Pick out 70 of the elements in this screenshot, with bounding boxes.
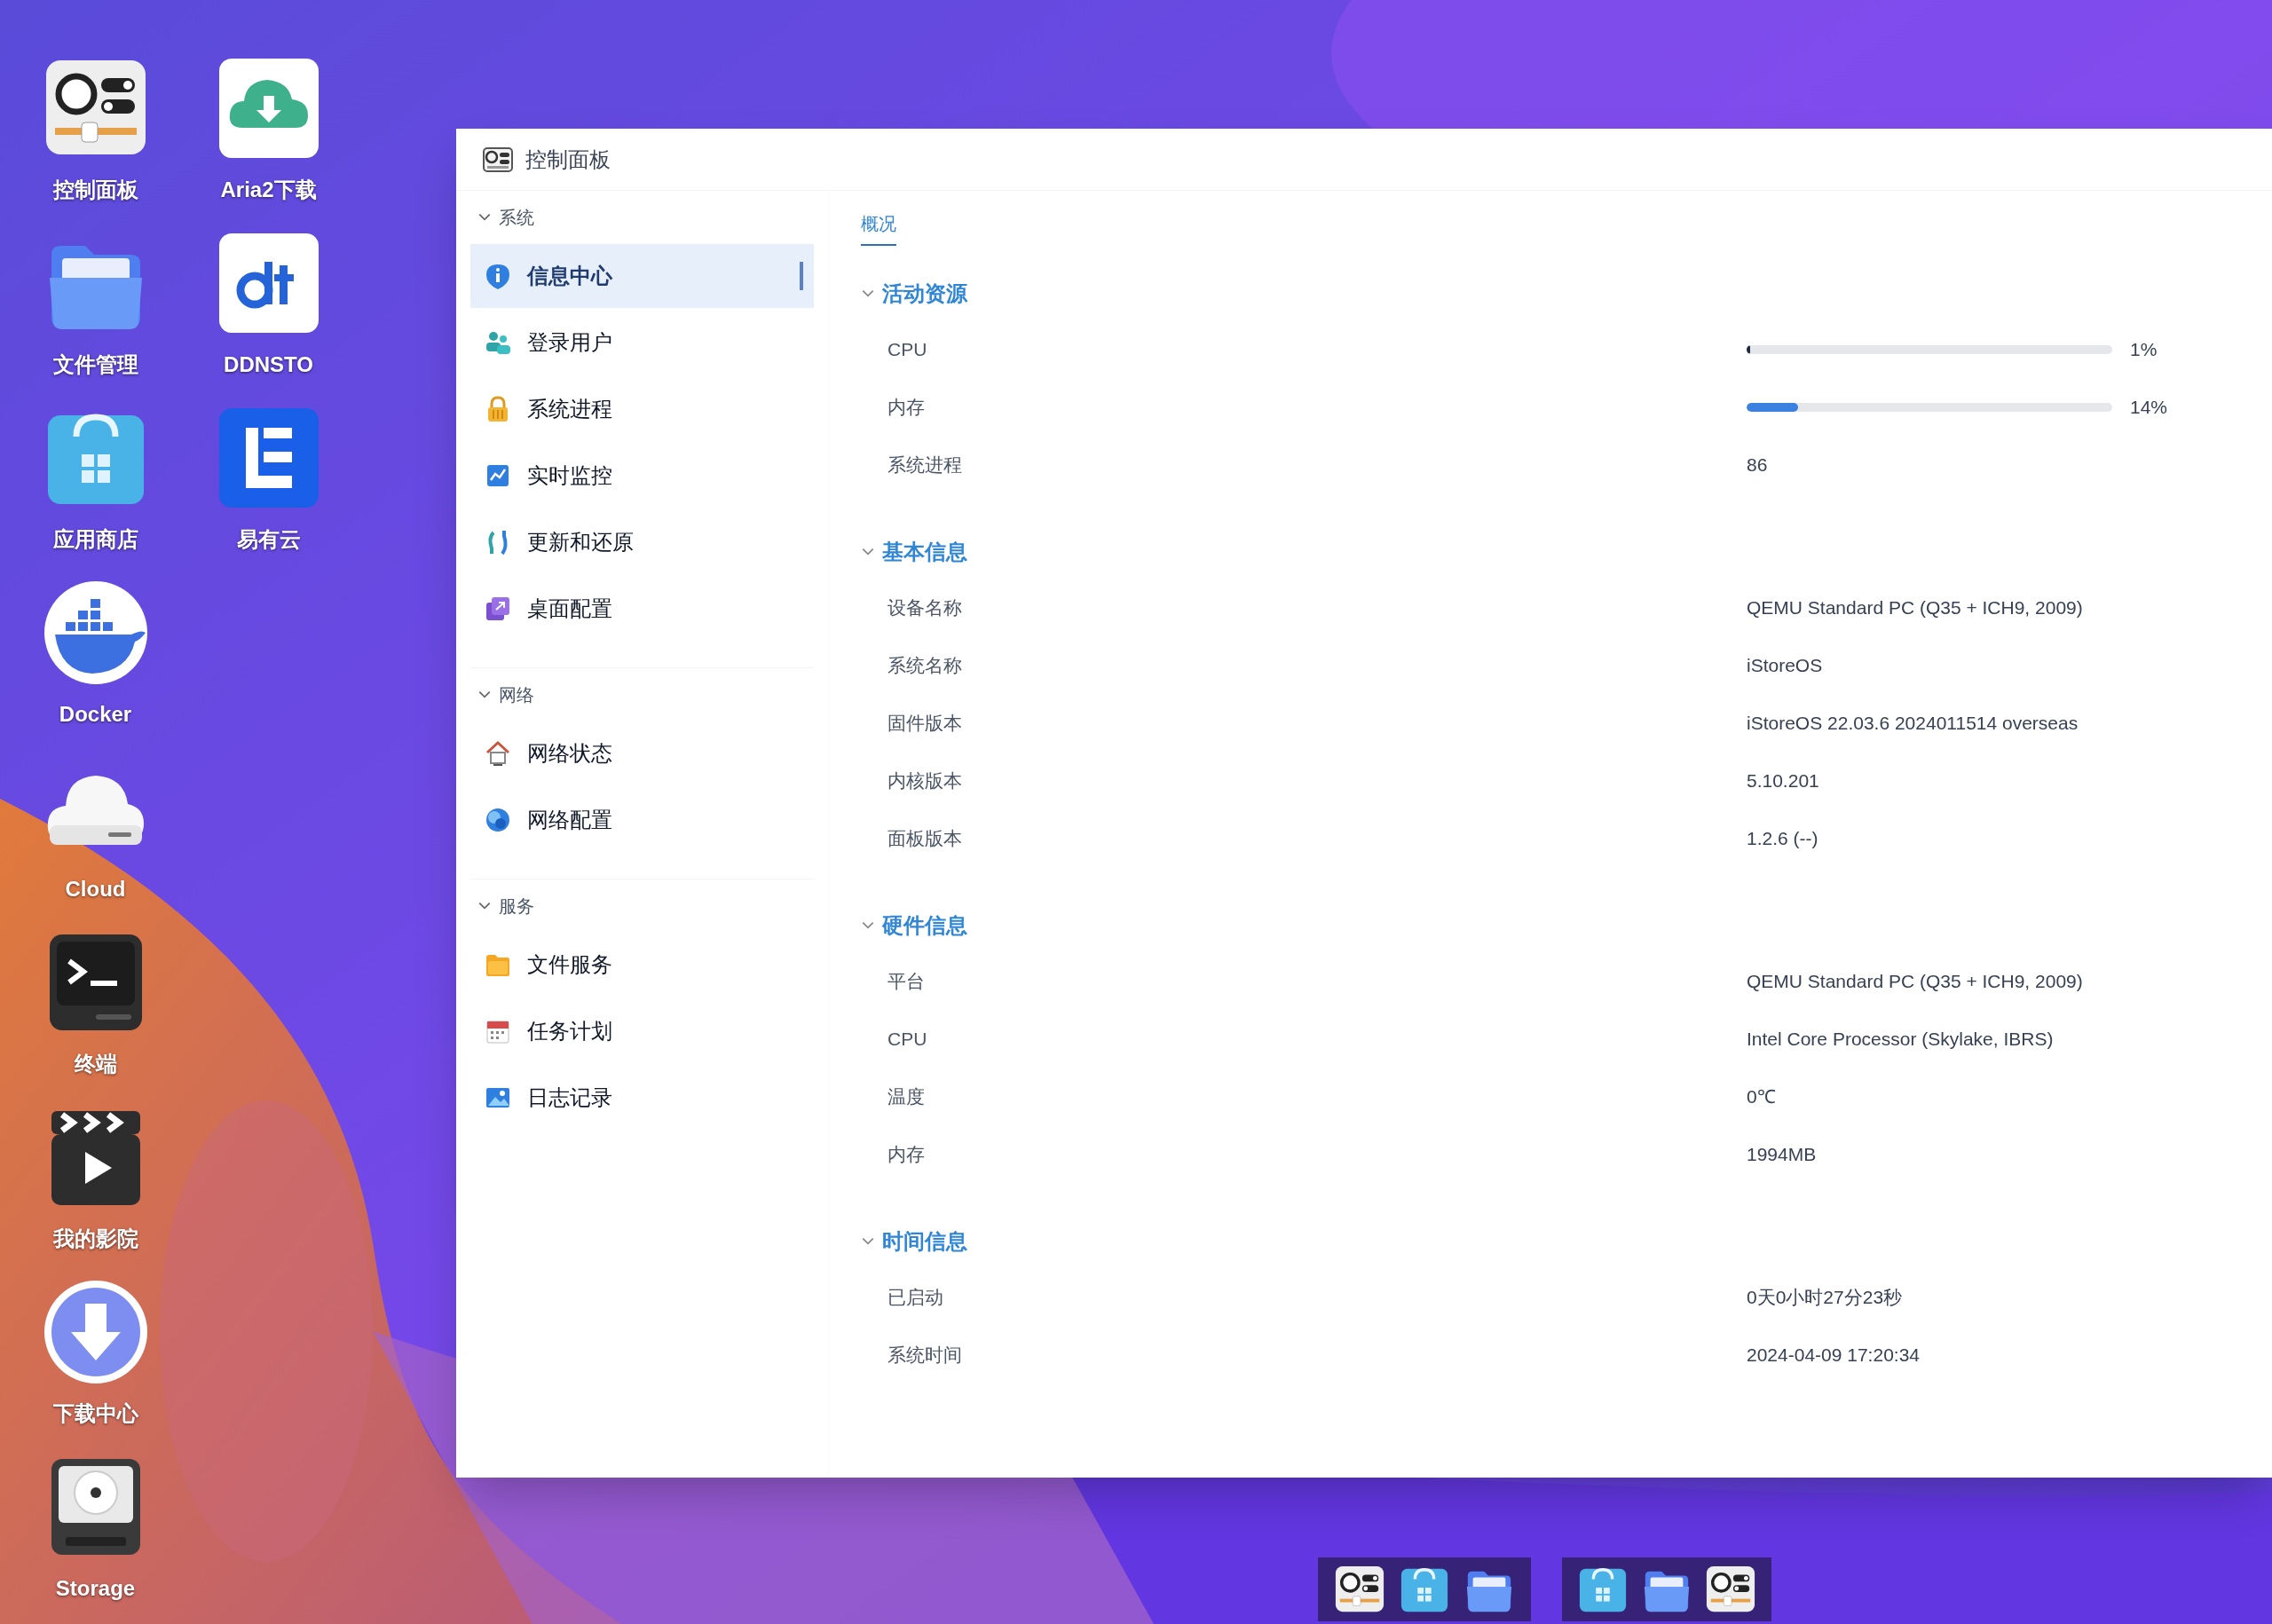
row-label: 面板版本 [887, 826, 963, 850]
tab[interactable]: 概况 [861, 210, 896, 246]
sidebar-item[interactable]: 实时监控 [470, 444, 814, 508]
whale-icon[interactable] [42, 579, 149, 686]
row-label: 已启动 [887, 1285, 944, 1309]
row-label: CPU [887, 1027, 928, 1051]
row-label: 内存 [887, 395, 926, 419]
app-label[interactable]: DDNSTO [224, 349, 313, 381]
sidebar-item[interactable]: 网络状态 [470, 721, 814, 785]
calendar-icon [485, 1018, 511, 1045]
row-value: 0天0小时27分23秒 [1747, 1285, 1903, 1309]
row-label: 内存 [887, 1142, 926, 1166]
row-value: iStoreOS 22.03.6 2024011514 overseas [1747, 711, 2079, 735]
section-heading[interactable]: 基本信息 [882, 536, 967, 568]
app-label[interactable]: 终端 [74, 1048, 117, 1080]
app-label[interactable]: Storage [55, 1573, 136, 1604]
app-label[interactable]: Docker [59, 698, 132, 730]
users-icon [485, 329, 511, 356]
info-icon [485, 263, 511, 289]
row-value: 86 [1747, 453, 1768, 477]
app-label[interactable]: Cloud [65, 873, 126, 905]
chart-icon [485, 462, 511, 489]
row-label: 温度 [887, 1084, 926, 1108]
sidebar-item[interactable]: 桌面配置 [470, 577, 814, 641]
row-value: QEMU Standard PC (Q35 + ICH9, 2009) [1747, 595, 2083, 619]
sidebar-item[interactable]: 系统进程 [470, 377, 814, 441]
row-value: Intel Core Processor (Skylake, IBRS) [1747, 1027, 2054, 1051]
sidebar-item[interactable]: 任务计划 [470, 999, 814, 1063]
app-label[interactable]: 下载中心 [52, 1398, 138, 1430]
meter-reading: 14% [2130, 395, 2168, 419]
row-label: 系统进程 [887, 453, 963, 477]
sidebar-item[interactable]: 更新和还原 [470, 510, 814, 574]
app-label[interactable]: 文件管理 [52, 349, 138, 381]
sidebar-item[interactable]: 登录用户 [470, 311, 814, 374]
row-label: 设备名称 [887, 595, 963, 619]
section-heading[interactable]: 时间信息 [882, 1226, 967, 1257]
row-label: 系统时间 [887, 1343, 963, 1367]
app-label[interactable]: 控制面板 [52, 174, 138, 206]
row-value: iStoreOS [1747, 653, 1823, 677]
row-label: 内核版本 [887, 769, 963, 792]
download-icon[interactable] [42, 1279, 149, 1385]
section-heading[interactable]: 硬件信息 [882, 910, 967, 942]
desktop-icon [485, 595, 511, 622]
row-value: 0℃ [1747, 1084, 1776, 1108]
sidebar-item[interactable]: 日志记录 [470, 1066, 814, 1130]
group-heading: 系统 [499, 207, 534, 229]
row-label: 系统名称 [887, 653, 963, 677]
row-value: 1.2.6 (--) [1747, 826, 1818, 850]
row-value: QEMU Standard PC (Q35 + ICH9, 2009) [1747, 969, 2083, 993]
sidebar-item[interactable]: 文件服务 [470, 933, 814, 997]
globe-icon [485, 807, 511, 833]
row-value: 2024-04-09 17:20:34 [1747, 1343, 1920, 1367]
app-label[interactable]: 应用商店 [52, 524, 138, 556]
app-label[interactable]: 易有云 [236, 524, 301, 556]
row-label: CPU [887, 337, 928, 361]
row-value: 1994MB [1747, 1142, 1817, 1166]
control-panel-icon [483, 146, 513, 172]
row-label: 平台 [887, 969, 926, 993]
sidebar-item[interactable]: 信息中心 [470, 244, 814, 308]
meter-reading: 1% [2130, 337, 2158, 361]
row-label: 固件版本 [887, 711, 963, 735]
app-label[interactable]: Aria2下载 [220, 174, 317, 206]
group-heading: 服务 [499, 895, 534, 918]
app-label[interactable]: 我的影院 [52, 1223, 138, 1255]
sidebar-item[interactable]: 网络配置 [470, 788, 814, 852]
house-icon [485, 740, 511, 767]
section-heading[interactable]: 活动资源 [882, 278, 967, 310]
window-title: 控制面板 [525, 146, 611, 173]
row-value: 5.10.201 [1747, 769, 1819, 792]
group-heading: 网络 [499, 684, 534, 706]
